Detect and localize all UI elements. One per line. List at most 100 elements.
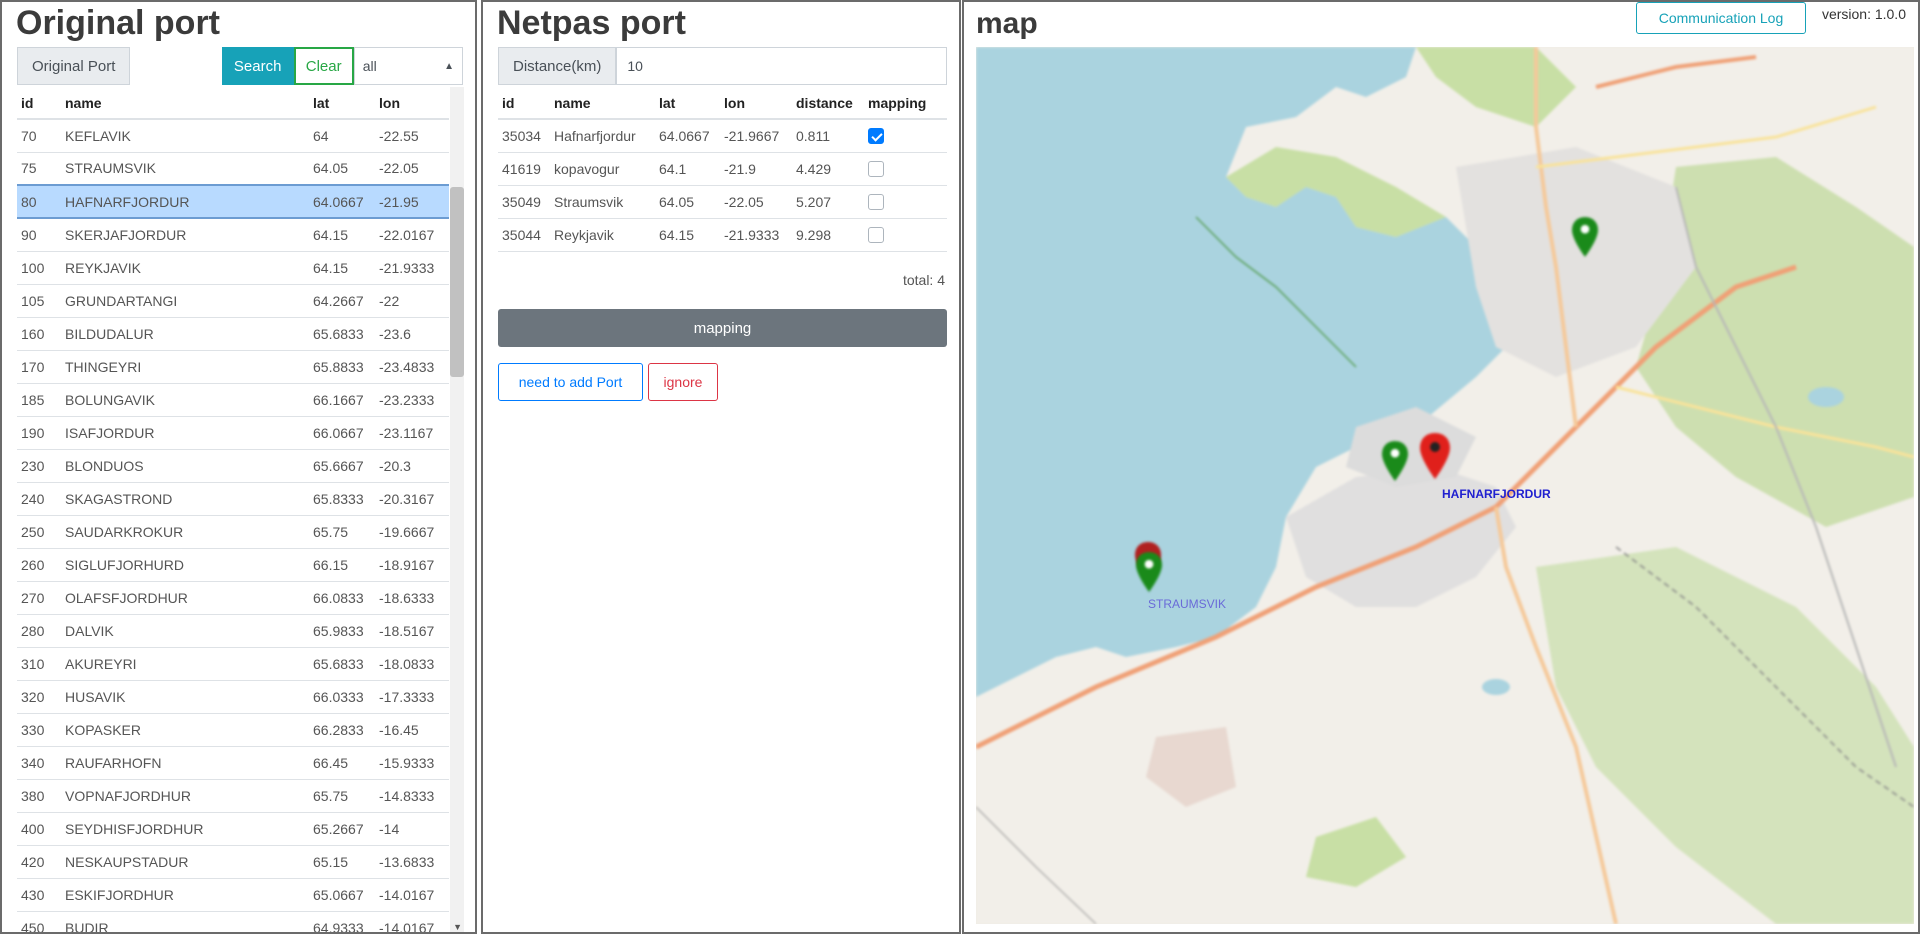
col-header-lat[interactable]: lat [309,87,375,120]
col-header-id[interactable]: id [498,87,550,120]
cell-name: GRUNDARTANGI [61,284,309,318]
version-label: version: 1.0.0 [1821,6,1906,22]
distance-bar: Distance(km) 10 [498,47,947,85]
cell-name: AKUREYRI [61,647,309,681]
col-header-id[interactable]: id [17,87,61,120]
original-port-table-wrapper[interactable]: id name lat lon 70 KEFLAVIK 64 -22.55 75 STRA… [17,87,464,932]
cell-name: VOPNAFJORDHUR [61,779,309,813]
table-row[interactable]: 310 AKUREYRI 65.6833 -18.0833 [17,647,449,681]
table-row[interactable]: 430 ESKIFJORDHUR 65.0667 -14.0167 [17,878,449,912]
cell-distance: 0.811 [792,119,864,153]
table-row[interactable]: 330 KOPASKER 66.2833 -16.45 [17,713,449,747]
cell-name: ISAFJORDUR [61,416,309,450]
mapping-checkbox[interactable] [868,194,884,211]
cell-id: 160 [17,317,61,351]
map-pin-green[interactable] [1382,441,1408,481]
scrollbar-thumb[interactable] [450,187,464,377]
table-row[interactable]: 320 HUSAVIK 66.0333 -17.3333 [17,680,449,714]
cell-lon: -14.8333 [375,779,449,813]
communication-log-button[interactable]: Communication Log [1636,2,1806,34]
table-row[interactable]: 100 REYKJAVIK 64.15 -21.9333 [17,251,449,285]
table-row[interactable]: 35049 Straumsvik 64.05 -22.05 5.207 [498,185,947,219]
table-row[interactable]: 185 BOLUNGAVIK 66.1667 -23.2333 [17,383,449,417]
mapping-checkbox[interactable] [868,161,884,178]
table-row[interactable]: 190 ISAFJORDUR 66.0667 -23.1167 [17,416,449,450]
cell-lat: 66.2833 [309,713,375,747]
cell-name: THINGEYRI [61,350,309,384]
table-row[interactable]: 250 SAUDARKROKUR 65.75 -19.6667 [17,515,449,549]
table-row[interactable]: 35044 Reykjavik 64.15 -21.9333 9.298 [498,218,947,252]
cell-id: 340 [17,746,61,780]
table-row[interactable]: 170 THINGEYRI 65.8833 -23.4833 [17,350,449,384]
cell-name: NESKAUPSTADUR [61,845,309,879]
add-port-button[interactable]: need to add Port [498,363,643,401]
table-row[interactable]: 340 RAUFARHOFN 66.45 -15.9333 [17,746,449,780]
original-port-table: id name lat lon 70 KEFLAVIK 64 -22.55 75 STRA… [17,87,449,932]
cell-lat: 64.9333 [309,911,375,932]
cell-lat: 64.05 [309,152,375,186]
cell-id: 100 [17,251,61,285]
chevron-updown-icon: ▲︎ [444,60,454,72]
cell-lon: -21.95 [375,184,449,219]
cell-lat: 64 [309,119,375,153]
cell-id: 430 [17,878,61,912]
col-header-lon[interactable]: lon [375,87,449,120]
distance-input[interactable]: 10 [616,47,947,85]
table-row[interactable]: 160 BILDUDALUR 65.6833 -23.6 [17,317,449,351]
col-header-name[interactable]: name [61,87,309,120]
table-row[interactable]: 280 DALVIK 65.9833 -18.5167 [17,614,449,648]
table-row[interactable]: 240 SKAGASTROND 65.8333 -20.3167 [17,482,449,516]
col-header-distance[interactable]: distance [792,87,864,120]
table-row[interactable]: 380 VOPNAFJORDHUR 65.75 -14.8333 [17,779,449,813]
table-row[interactable]: 420 NESKAUPSTADUR 65.15 -13.6833 [17,845,449,879]
table-row[interactable]: 90 SKERJAFJORDUR 64.15 -22.0167 [17,218,449,252]
mapping-checkbox[interactable] [868,227,884,244]
total-count: total: 4 [902,272,945,288]
clear-button[interactable]: Clear [293,47,354,85]
col-header-mapping[interactable]: mapping [864,87,947,120]
original-port-panel: Original port Original Port Search Clear… [0,0,477,934]
cell-name: BUDIR [61,911,309,932]
table-row[interactable]: 270 OLAFSFJORDHUR 66.0833 -18.6333 [17,581,449,615]
filter-select-value: all [362,58,377,74]
cell-id: 41619 [498,152,550,186]
table-row[interactable]: 400 SEYDHISFJORDHUR 65.2667 -14 [17,812,449,846]
map-pin-green[interactable] [1136,552,1162,592]
cell-name: Hafnarfjordur [550,119,655,153]
col-header-lon[interactable]: lon [720,87,792,120]
table-row[interactable]: 230 BLONDUOS 65.6667 -20.3 [17,449,449,483]
cell-name: kopavogur [550,152,655,186]
map-label-straumsvik: STRAUMSVIK [1148,597,1227,611]
table-row[interactable]: 41619 kopavogur 64.1 -21.9 4.429 [498,152,947,186]
table-row[interactable]: 450 BUDIR 64.9333 -14.0167 [17,911,449,932]
distance-prepend: Distance(km) [498,47,617,85]
search-button[interactable]: Search [221,47,294,85]
col-header-lat[interactable]: lat [655,87,720,120]
ignore-button[interactable]: ignore [648,363,718,401]
cell-lat: 64.15 [309,251,375,285]
table-row[interactable]: 35034 Hafnarfjordur 64.0667 -21.9667 0.811 [498,119,947,153]
map-pin-green[interactable] [1572,217,1598,257]
cell-name: SKERJAFJORDUR [61,218,309,252]
filter-select[interactable]: all ▲︎ [353,47,463,85]
cell-lon: -20.3 [375,449,449,483]
cell-name: OLAFSFJORDHUR [61,581,309,615]
table-row[interactable]: 75 STRAUMSVIK 64.05 -22.05 [17,152,449,186]
map-pin-red[interactable] [1420,433,1450,479]
map-canvas[interactable]: HAFNARFJORDUR STRAUMSVIK [976,47,1914,924]
table-row[interactable]: 70 KEFLAVIK 64 -22.55 [17,119,449,153]
scroll-down-icon[interactable]: ▼ [453,922,462,932]
cell-id: 420 [17,845,61,879]
cell-name: HUSAVIK [61,680,309,714]
cell-lon: -14 [375,812,449,846]
table-row[interactable]: 105 GRUNDARTANGI 64.2667 -22 [17,284,449,318]
mapping-button[interactable]: mapping [498,309,947,347]
mapping-checkbox[interactable] [868,128,884,145]
table-row[interactable]: 260 SIGLUFJORHURD 66.15 -18.9167 [17,548,449,582]
col-header-name[interactable]: name [550,87,655,120]
cell-lat: 65.6667 [309,449,375,483]
cell-id: 310 [17,647,61,681]
cell-lat: 65.8833 [309,350,375,384]
cell-lon: -21.9 [720,152,792,186]
table-row[interactable]: 80 HAFNARFJORDUR 64.0667 -21.95 [17,184,449,219]
